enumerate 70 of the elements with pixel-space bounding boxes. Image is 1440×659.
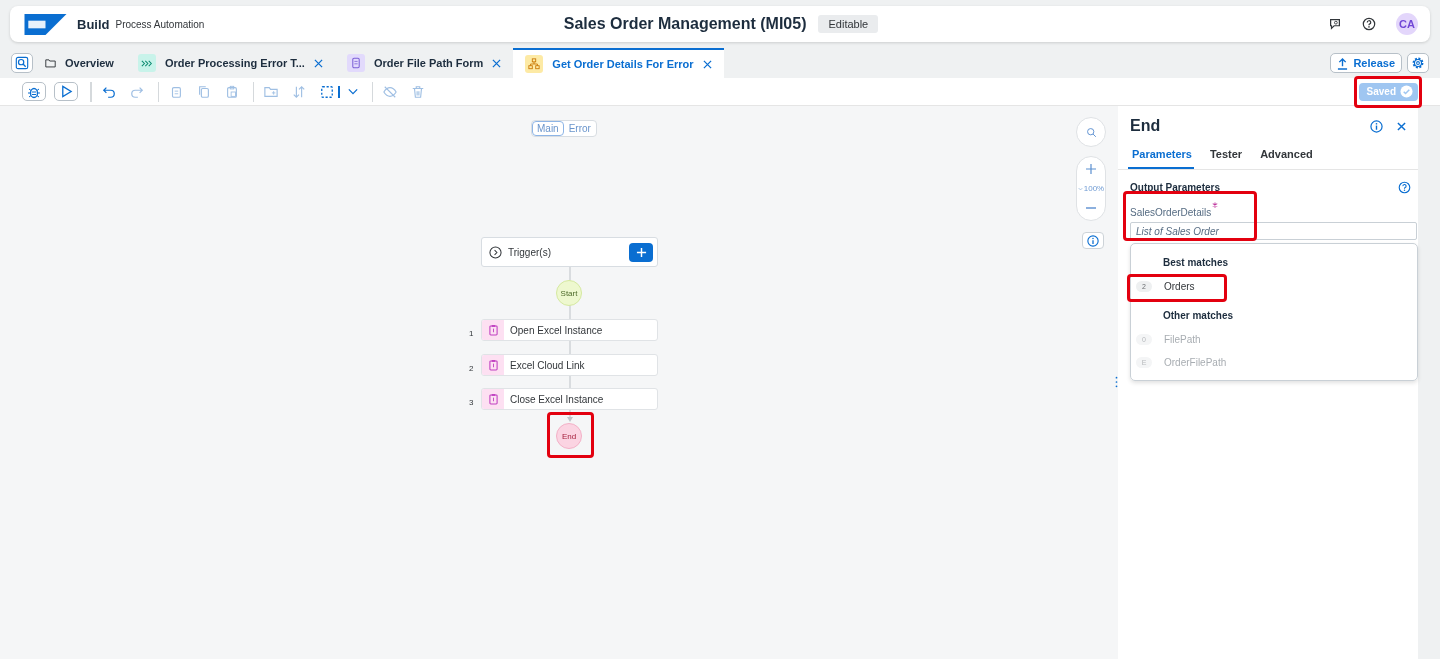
user-avatar[interactable]: CA: [1396, 13, 1418, 35]
step-card[interactable]: Open Excel Instance: [481, 319, 658, 341]
status-badge: Editable: [818, 15, 879, 33]
section-heading: Output Parameters: [1130, 182, 1221, 193]
group-heading: Other matches: [1162, 310, 1235, 321]
check-icon: [1400, 85, 1413, 98]
trigger-label: Trigger(s): [508, 246, 552, 258]
start-node[interactable]: Start: [556, 280, 582, 306]
editor-tab[interactable]: Overview: [33, 48, 126, 78]
selection-icon[interactable]: [320, 84, 334, 99]
settings-icon: [1411, 56, 1425, 70]
step-card[interactable]: Excel Cloud Link: [481, 354, 658, 376]
resize-handle-icon[interactable]: [1115, 376, 1118, 388]
suggestion-label: Orders: [1164, 281, 1195, 292]
end-node[interactable]: End: [556, 423, 582, 449]
trigger-card[interactable]: Trigger(s): [481, 237, 658, 267]
play-icon: [59, 85, 73, 98]
chevrons-icon: [137, 54, 156, 72]
step-number: 3: [469, 398, 474, 407]
close-icon[interactable]: [492, 58, 502, 68]
chevron-down-icon: [1077, 186, 1083, 191]
close-icon[interactable]: [313, 58, 323, 68]
panel-title: End: [1130, 117, 1162, 135]
step-number: 1: [469, 329, 474, 338]
chevron-down-icon[interactable]: [347, 88, 358, 95]
chat-icon[interactable]: [1328, 17, 1342, 31]
view-toggle-option[interactable]: Main: [532, 121, 564, 136]
brand-name: Build: [77, 16, 110, 32]
form-icon: [346, 54, 365, 72]
plus-icon: [1086, 164, 1096, 174]
logo-icon[interactable]: [24, 13, 67, 35]
close-icon[interactable]: [1397, 121, 1406, 131]
input-field[interactable]: List of Sales Order: [1130, 222, 1417, 240]
field-label: SalesOrderDetails: [1130, 207, 1212, 218]
product-name: Process Automation: [115, 18, 205, 30]
chevron-circle-icon: [489, 245, 502, 259]
editor-tab[interactable]: Order File Path Form: [334, 48, 514, 78]
project-title: Sales Order Management (MI05): [563, 15, 807, 33]
help-icon[interactable]: [1362, 17, 1376, 31]
debug-button[interactable]: [22, 82, 46, 101]
info-icon[interactable]: [1370, 119, 1383, 133]
minus-icon: [1086, 207, 1096, 209]
step-card[interactable]: Close Excel Instance: [481, 388, 658, 410]
panel-tab[interactable]: Advanced: [1256, 147, 1325, 169]
settings-button[interactable]: [1407, 53, 1429, 73]
suggestion-label: OrderFilePath: [1164, 357, 1227, 368]
step-number: 2: [469, 364, 474, 373]
folder-icon: [45, 58, 56, 68]
info-button[interactable]: [1082, 232, 1104, 249]
plus-icon: [635, 246, 647, 258]
clipboard-icon: [482, 355, 504, 375]
search-button[interactable]: [11, 53, 33, 73]
editor-tab[interactable]: Get Order Details For Error: [513, 48, 724, 78]
info-icon: [1087, 234, 1099, 247]
hierarchy-icon: [525, 55, 544, 73]
add-trigger-button[interactable]: [629, 242, 653, 262]
panel-tab[interactable]: Parameters: [1128, 147, 1194, 169]
upload-icon: [1337, 56, 1349, 70]
clipboard-icon: [482, 320, 504, 340]
zoom-level[interactable]: 100%: [1077, 184, 1105, 193]
clipboard-icon: [482, 389, 504, 409]
panel-tab[interactable]: Tester: [1205, 147, 1255, 169]
close-icon[interactable]: [702, 59, 712, 69]
run-button[interactable]: [54, 82, 78, 101]
group-heading: Best matches: [1162, 257, 1230, 268]
suggestion-label: FilePath: [1164, 334, 1201, 345]
search-icon: [1085, 126, 1097, 138]
editor-tab[interactable]: Order Processing Error T...: [125, 48, 335, 78]
release-button[interactable]: Release: [1330, 53, 1402, 73]
view-toggle-option[interactable]: Error: [563, 121, 596, 136]
